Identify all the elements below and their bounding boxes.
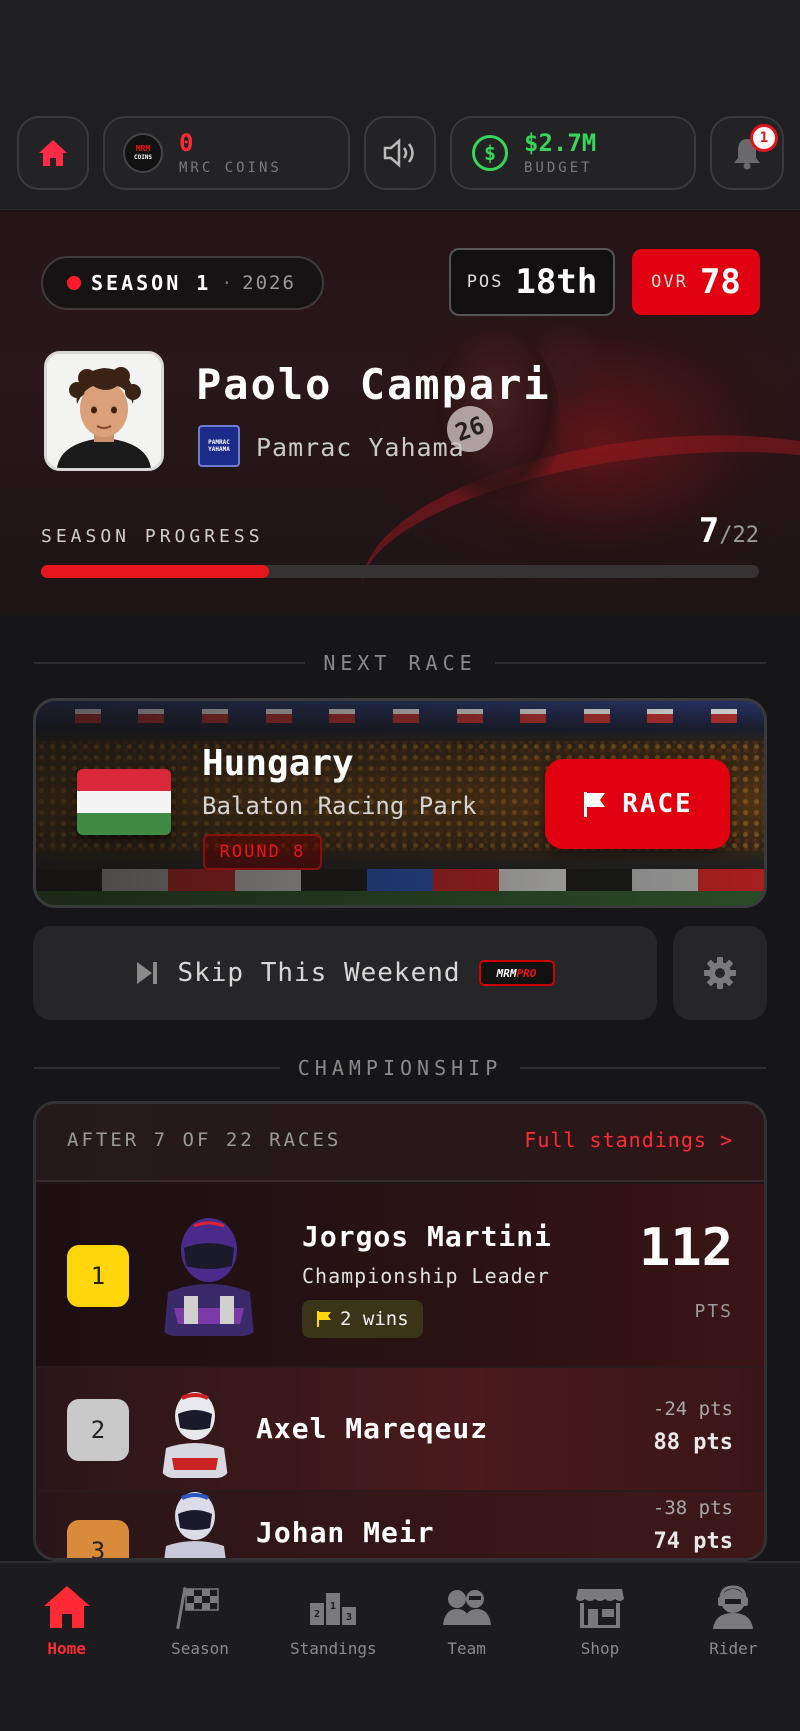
season-label: SEASON 1: [91, 271, 212, 295]
nav-season[interactable]: Season: [133, 1563, 266, 1731]
position-badge: POS 18th: [449, 248, 615, 316]
rider-icon: [713, 1585, 754, 1629]
skip-icon: [137, 962, 158, 984]
podium-icon: 213: [310, 1593, 357, 1625]
wins-badge: 2 wins: [302, 1300, 423, 1338]
bottom-navigation: Home Season 213 Standings Team Shop Ride…: [0, 1561, 800, 1731]
race-country: Hungary: [202, 743, 354, 784]
rider-name: Johan Meir: [256, 1516, 435, 1549]
home-icon: [39, 140, 67, 166]
dollar-icon: $: [472, 135, 508, 171]
svg-text:2: 2: [314, 1609, 320, 1620]
rank-badge: 1: [67, 1245, 129, 1307]
ovr-value: 78: [699, 262, 741, 302]
rider-points: 88 pts: [653, 1430, 733, 1455]
leader-points: 112: [639, 1218, 733, 1278]
leader-subtitle: Championship Leader: [302, 1264, 550, 1288]
nav-shop[interactable]: Shop: [533, 1563, 666, 1731]
flag-icon: [584, 792, 606, 817]
race-button[interactable]: RACE: [545, 759, 730, 849]
budget-display[interactable]: $ $2.7M BUDGET: [450, 116, 696, 190]
sound-icon: [383, 138, 414, 168]
rank-badge: 3: [67, 1520, 129, 1558]
rider-helmet-icon: [162, 1392, 228, 1478]
championship-card: AFTER 7 OF 22 RACES Full standings > 1 J…: [33, 1101, 767, 1561]
shop-icon: [575, 1589, 624, 1628]
rider-helmet-icon: [164, 1218, 254, 1336]
round-badge: ROUND 8: [203, 834, 322, 870]
coins-label: MRC COINS: [179, 160, 282, 176]
season-progress-fill: [41, 565, 270, 578]
season-separator: ·: [221, 272, 233, 294]
rider-name: Paolo Campari: [196, 360, 551, 409]
skip-weekend-button[interactable]: Skip This Weekend MRM PRO: [33, 926, 657, 1020]
race-settings-button[interactable]: [673, 926, 767, 1020]
season-progress-count: 7/22: [698, 511, 759, 551]
team-logo: PAMRAC YAHAMA: [198, 425, 240, 467]
live-dot: [67, 276, 81, 290]
standings-row[interactable]: 3 Johan Meir -38 pts 74 pts: [36, 1492, 764, 1558]
pos-value: 18th: [515, 262, 598, 302]
season-progress-bar: [41, 565, 759, 578]
championship-card-header: AFTER 7 OF 22 RACES Full standings >: [36, 1104, 764, 1182]
svg-text:1: 1: [330, 1601, 336, 1612]
svg-text:3: 3: [346, 1612, 352, 1623]
overall-badge: OVR 78: [632, 249, 760, 315]
notifications-button[interactable]: 1: [710, 116, 784, 190]
notification-badge: 1: [750, 124, 778, 152]
budget-value: $2.7M: [524, 129, 597, 157]
nav-rider[interactable]: Rider: [667, 1563, 800, 1731]
rank-badge: 2: [67, 1399, 129, 1461]
coins-value: 0: [179, 129, 194, 157]
next-race-header: NEXT RACE: [34, 648, 766, 678]
races-completed-text: AFTER 7 OF 22 RACES: [67, 1129, 342, 1151]
season-pill: SEASON 1 · 2026: [41, 256, 324, 310]
coins-logo: MRM COINS: [123, 133, 163, 173]
hungary-flag-icon: [77, 769, 171, 835]
sound-toggle-button[interactable]: [364, 116, 436, 190]
nav-home[interactable]: Home: [0, 1563, 133, 1731]
points-label: PTS: [694, 1301, 733, 1322]
rider-avatar[interactable]: [44, 351, 164, 471]
season-year: 2026: [242, 272, 296, 294]
skip-weekend-label: Skip This Weekend: [177, 958, 461, 988]
rider-helmet-icon: [164, 1492, 226, 1558]
race-button-label: RACE: [622, 789, 693, 819]
season-progress-label: SEASON PROGRESS: [41, 526, 264, 547]
coins-display[interactable]: MRM COINS 0 MRC COINS: [103, 116, 350, 190]
flag-icon: [317, 1311, 331, 1327]
ovr-label: OVR: [651, 272, 688, 292]
standings-row-leader[interactable]: 1 Jorgos Martini Championship Leader 2 w…: [36, 1184, 764, 1368]
pos-label: POS: [466, 272, 504, 292]
nav-standings[interactable]: 213 Standings: [267, 1563, 400, 1731]
race-circuit: Balaton Racing Park: [202, 792, 477, 820]
leader-name: Jorgos Martini: [302, 1220, 553, 1253]
rider-portrait: [47, 354, 161, 468]
points-gap: -38 pts: [652, 1497, 733, 1519]
rider-name: Axel Mareqeuz: [256, 1412, 489, 1445]
gear-icon: [704, 957, 736, 989]
team-icon: [442, 1590, 491, 1625]
full-standings-link[interactable]: Full standings >: [524, 1128, 733, 1152]
checkered-flag-icon: [176, 1587, 219, 1630]
mrm-pro-logo: MRM PRO: [478, 960, 555, 986]
home-button[interactable]: [17, 116, 89, 190]
standings-row[interactable]: 2 Axel Mareqeuz -24 pts 88 pts: [36, 1368, 764, 1492]
team-name: Pamrac Yahama: [256, 433, 465, 462]
home-icon: [43, 1586, 90, 1628]
top-status-bar: MRM COINS 0 MRC COINS $ $2.7M BUDGET 1: [0, 0, 800, 210]
championship-header: CHAMPIONSHIP: [34, 1053, 766, 1083]
rider-points: 74 pts: [653, 1529, 733, 1554]
budget-label: BUDGET: [524, 160, 593, 176]
points-gap: -24 pts: [652, 1398, 733, 1420]
nav-team[interactable]: Team: [400, 1563, 533, 1731]
